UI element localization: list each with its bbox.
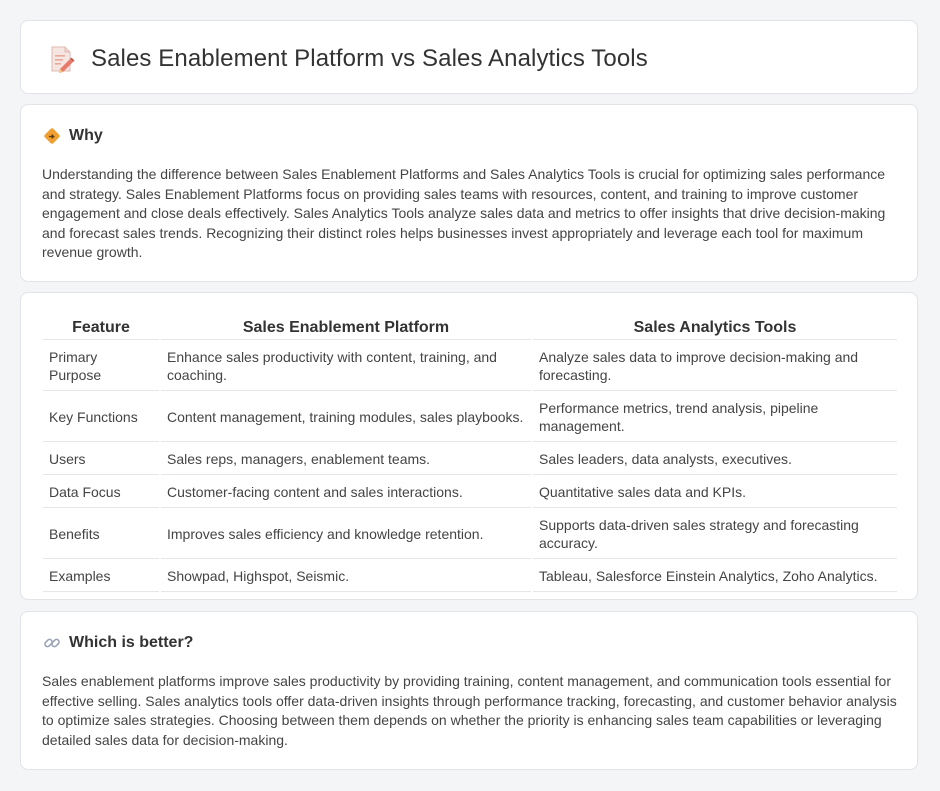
table-row: Users Sales reps, managers, enablement t… <box>43 444 897 475</box>
table-row: Examples Showpad, Highspot, Seismic. Tab… <box>43 561 897 592</box>
row-analytics-cell: Sales leaders, data analysts, executives… <box>533 444 897 475</box>
why-card: Why Understanding the difference between… <box>20 104 918 282</box>
row-analytics-cell: Performance metrics, trend analysis, pip… <box>533 393 897 442</box>
row-enablement-cell: Showpad, Highspot, Seismic. <box>161 561 531 592</box>
row-analytics-cell: Tableau, Salesforce Einstein Analytics, … <box>533 561 897 592</box>
row-analytics-cell: Analyze sales data to improve decision-m… <box>533 342 897 391</box>
link-icon <box>44 638 60 648</box>
column-header-feature: Feature <box>43 315 159 340</box>
row-feature-cell: Primary Purpose <box>43 342 159 391</box>
table-row: Data Focus Customer-facing content and s… <box>43 477 897 508</box>
title-row: Sales Enablement Platform vs Sales Analy… <box>45 43 648 75</box>
table-row: Key Functions Content management, traini… <box>43 393 897 442</box>
better-title: Which is better? <box>69 634 194 651</box>
diamond-sign-icon <box>44 128 60 144</box>
why-body: Understanding the difference between Sal… <box>42 166 886 260</box>
row-enablement-cell: Content management, training modules, sa… <box>161 393 531 442</box>
why-title: Why <box>69 127 103 144</box>
column-header-enablement: Sales Enablement Platform <box>161 315 531 340</box>
better-body: Sales enablement platforms improve sales… <box>42 673 897 748</box>
comparison-card: Feature Sales Enablement Platform Sales … <box>20 292 918 600</box>
better-card: Which is better? Sales enablement platfo… <box>20 611 918 770</box>
row-feature-cell: Users <box>43 444 159 475</box>
table-header-row: Feature Sales Enablement Platform Sales … <box>43 315 897 340</box>
document-pencil-icon <box>51 46 75 73</box>
better-heading: Which is better? <box>43 634 193 652</box>
row-feature-cell: Examples <box>43 561 159 592</box>
comparison-table: Feature Sales Enablement Platform Sales … <box>41 313 899 594</box>
row-enablement-cell: Sales reps, managers, enablement teams. <box>161 444 531 475</box>
row-analytics-cell: Quantitative sales data and KPIs. <box>533 477 897 508</box>
table-row: Benefits Improves sales efficiency and k… <box>43 510 897 559</box>
row-feature-cell: Benefits <box>43 510 159 559</box>
title-card: Sales Enablement Platform vs Sales Analy… <box>20 20 918 94</box>
why-heading: Why <box>43 127 103 145</box>
row-enablement-cell: Improves sales efficiency and knowledge … <box>161 510 531 559</box>
row-analytics-cell: Supports data-driven sales strategy and … <box>533 510 897 559</box>
page-title: Sales Enablement Platform vs Sales Analy… <box>91 45 648 72</box>
row-feature-cell: Data Focus <box>43 477 159 508</box>
column-header-analytics: Sales Analytics Tools <box>533 315 897 340</box>
table-row: Primary Purpose Enhance sales productivi… <box>43 342 897 391</box>
row-enablement-cell: Customer-facing content and sales intera… <box>161 477 531 508</box>
row-feature-cell: Key Functions <box>43 393 159 442</box>
row-enablement-cell: Enhance sales productivity with content,… <box>161 342 531 391</box>
